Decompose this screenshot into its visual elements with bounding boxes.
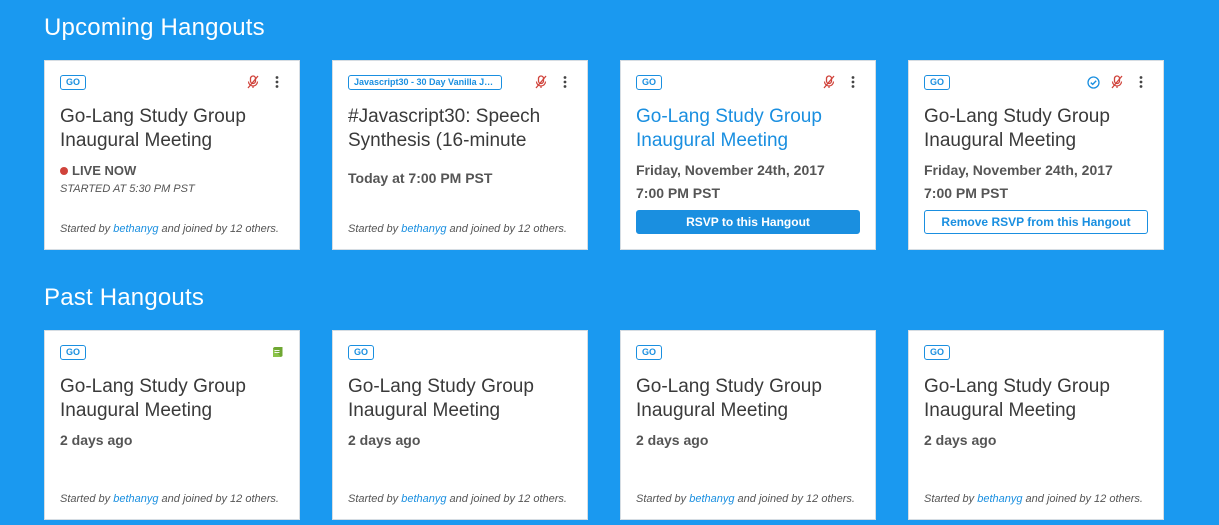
hangout-title-link[interactable]: Go-Lang Study Group Inaugural Meeting bbox=[636, 105, 860, 153]
hangout-card[interactable]: GO Go-Lang Study Group Inaugural Meeting… bbox=[620, 60, 876, 250]
hangout-participants: Started by bethanyg and joined by 12 oth… bbox=[924, 491, 1148, 508]
hangout-participants: Started by bethanyg and joined by 12 oth… bbox=[348, 491, 572, 508]
hangout-tag[interactable]: GO bbox=[924, 345, 951, 360]
hangout-title: Go-Lang Study Group Inaugural Meeting bbox=[60, 376, 246, 421]
hangout-tag[interactable]: GO bbox=[60, 345, 87, 360]
hangout-title: Go-Lang Study Group Inaugural Meeting bbox=[924, 106, 1110, 151]
hangout-tag[interactable]: GO bbox=[348, 345, 375, 360]
joined-by-label: and joined by 12 others. bbox=[737, 493, 855, 505]
more-vert-icon[interactable] bbox=[1134, 75, 1148, 89]
more-vert-icon[interactable] bbox=[558, 75, 572, 89]
joined-by-label: and joined by 12 others. bbox=[161, 223, 279, 235]
past-hangouts-heading: Past Hangouts bbox=[44, 284, 205, 311]
started-by-label: Started by bbox=[348, 223, 399, 235]
past-hangouts-list: GO Go-Lang Study Group Inaugural Meeting… bbox=[44, 330, 1164, 520]
mic-off-icon bbox=[1110, 75, 1124, 89]
hangout-card[interactable]: GO Go-Lang Study Group Inaugural Meeting… bbox=[908, 60, 1164, 250]
hangout-time: 2 days ago bbox=[60, 432, 133, 448]
hangout-tag[interactable]: GO bbox=[636, 75, 663, 90]
live-dot-icon bbox=[60, 166, 68, 175]
rsvp-button[interactable]: RSVP to this Hangout bbox=[636, 210, 860, 234]
mic-off-icon bbox=[534, 75, 548, 89]
upcoming-hangouts-list: GO Go-Lang Study Group Inaugural Meeting… bbox=[44, 60, 1164, 250]
hangout-time: 2 days ago bbox=[924, 432, 997, 448]
hangout-title: Go-Lang Study Group Inaugural Meeting bbox=[60, 106, 246, 151]
hangout-participants: Started by bethanyg and joined by 12 oth… bbox=[348, 221, 572, 238]
hangout-time: 7:00 PM PST bbox=[924, 185, 1009, 201]
hangout-card[interactable]: GO Go-Lang Study Group Inaugural Meeting… bbox=[44, 60, 300, 250]
hangout-time: 2 days ago bbox=[636, 432, 709, 448]
hangout-tag[interactable]: Javascript30 - 30 Day Vanilla JS Coding … bbox=[348, 75, 502, 90]
user-link[interactable]: bethanyg bbox=[113, 493, 158, 505]
hangout-card[interactable]: GO Go-Lang Study Group Inaugural Meeting… bbox=[44, 330, 300, 520]
hangout-participants: Started by bethanyg and joined by 12 oth… bbox=[60, 221, 284, 238]
hangout-card[interactable]: GO Go-Lang Study Group Inaugural Meeting… bbox=[620, 330, 876, 520]
hangout-card[interactable]: GO Go-Lang Study Group Inaugural Meeting… bbox=[332, 330, 588, 520]
hangout-tag[interactable]: GO bbox=[924, 75, 951, 90]
hangout-participants: Started by bethanyg and joined by 12 oth… bbox=[636, 491, 860, 508]
upcoming-hangouts-heading: Upcoming Hangouts bbox=[44, 14, 265, 41]
started-by-label: Started by bbox=[636, 493, 687, 505]
user-link[interactable]: bethanyg bbox=[977, 493, 1022, 505]
more-vert-icon[interactable] bbox=[846, 75, 860, 89]
started-by-label: Started by bbox=[60, 493, 111, 505]
hangout-card[interactable]: Javascript30 - 30 Day Vanilla JS Coding … bbox=[332, 60, 588, 250]
hangout-card[interactable]: GO Go-Lang Study Group Inaugural Meeting… bbox=[908, 330, 1164, 520]
book-icon[interactable] bbox=[270, 345, 284, 359]
joined-by-label: and joined by 12 others. bbox=[449, 493, 567, 505]
hangout-title: Go-Lang Study Group Inaugural Meeting bbox=[924, 376, 1110, 421]
hangout-tag[interactable]: GO bbox=[60, 75, 87, 90]
hangout-time: 7:00 PM PST bbox=[636, 185, 721, 201]
started-by-label: Started by bbox=[348, 493, 399, 505]
live-status: LIVE NOW bbox=[60, 163, 284, 178]
hangout-title: #Javascript30: Speech Synthesis (16-minu… bbox=[348, 106, 541, 151]
check-circle-icon bbox=[1086, 75, 1100, 89]
started-by-label: Started by bbox=[924, 493, 975, 505]
hangout-tag[interactable]: GO bbox=[636, 345, 663, 360]
user-link[interactable]: bethanyg bbox=[689, 493, 734, 505]
user-link[interactable]: bethanyg bbox=[113, 223, 158, 235]
joined-by-label: and joined by 12 others. bbox=[449, 223, 567, 235]
live-label: LIVE NOW bbox=[72, 163, 137, 178]
hangout-title: Go-Lang Study Group Inaugural Meeting bbox=[636, 376, 822, 421]
hangout-participants: Started by bethanyg and joined by 12 oth… bbox=[60, 491, 284, 508]
mic-off-icon bbox=[822, 75, 836, 89]
started-at-time: STARTED AT 5:30 PM PST bbox=[60, 183, 195, 195]
remove-rsvp-button[interactable]: Remove RSVP from this Hangout bbox=[924, 210, 1148, 234]
user-link[interactable]: bethanyg bbox=[401, 493, 446, 505]
hangout-time: 2 days ago bbox=[348, 432, 421, 448]
hangout-title: Go-Lang Study Group Inaugural Meeting bbox=[348, 376, 534, 421]
joined-by-label: and joined by 12 others. bbox=[161, 493, 279, 505]
hangout-date: Friday, November 24th, 2017 bbox=[924, 162, 1113, 178]
joined-by-label: and joined by 12 others. bbox=[1025, 493, 1143, 505]
hangout-time: Today at 7:00 PM PST bbox=[348, 170, 493, 186]
hangout-date: Friday, November 24th, 2017 bbox=[636, 162, 825, 178]
mic-off-icon bbox=[246, 75, 260, 89]
user-link[interactable]: bethanyg bbox=[401, 223, 446, 235]
more-vert-icon[interactable] bbox=[270, 75, 284, 89]
started-by-label: Started by bbox=[60, 223, 111, 235]
